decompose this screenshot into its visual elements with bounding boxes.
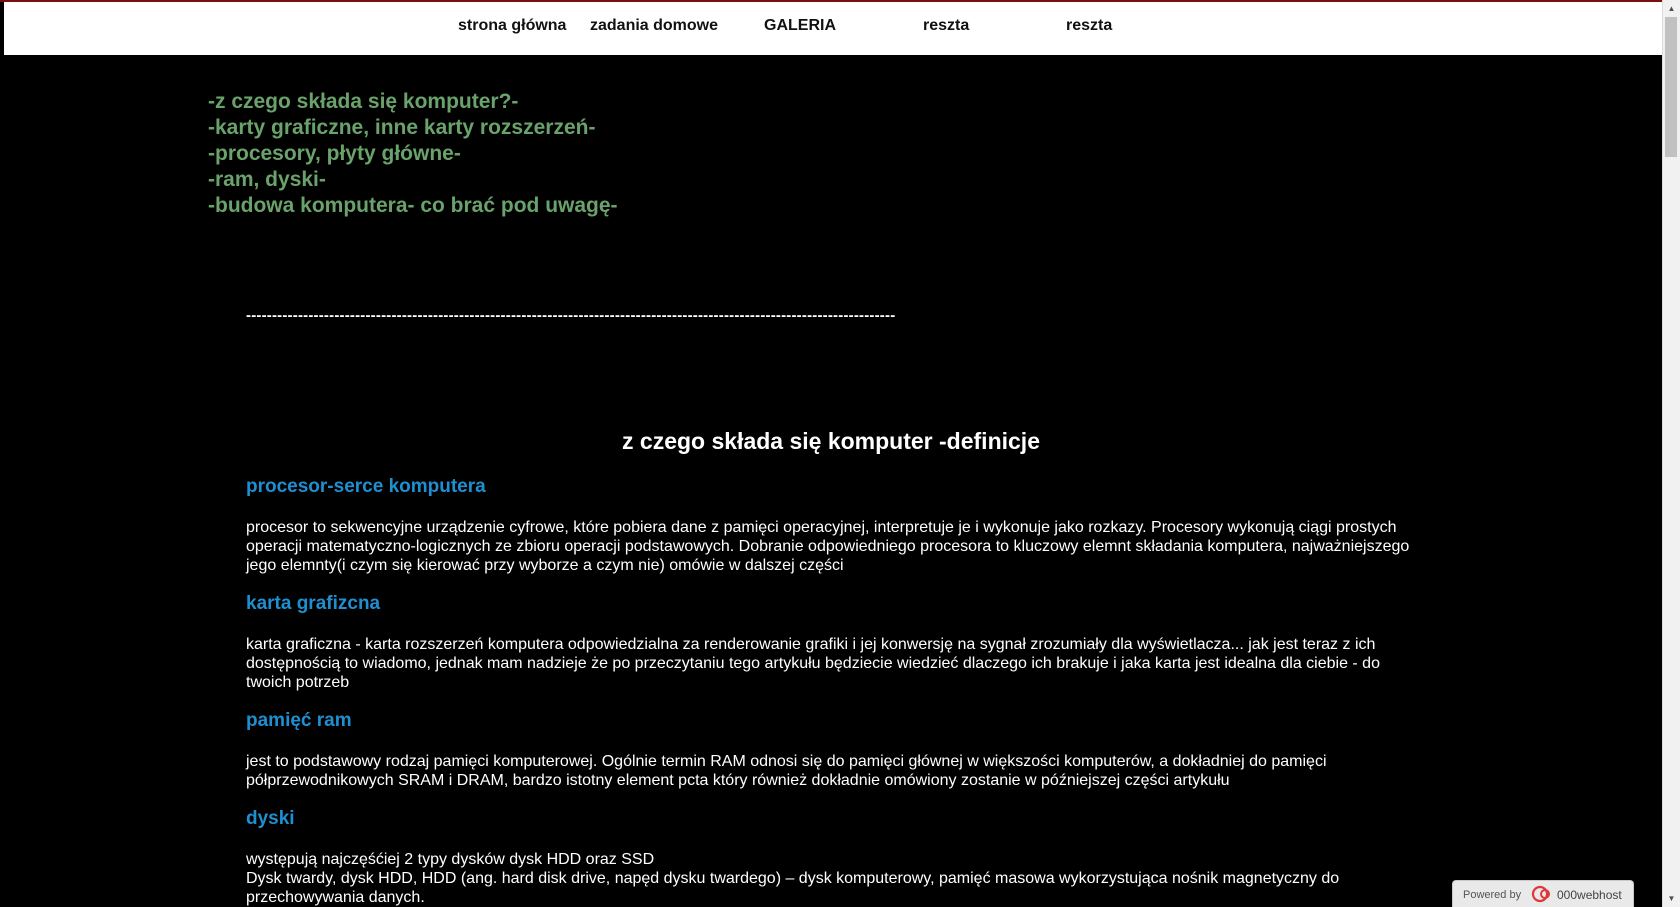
toc-item: -ram, dyski-	[208, 168, 326, 191]
nav-item-rest-1[interactable]: reszta	[923, 17, 969, 35]
nav-item-rest-2[interactable]: reszta	[1066, 17, 1112, 35]
page-title: z czego składa się komputer -definicje	[622, 428, 1040, 454]
hosting-badge[interactable]: Powered by 000webhost	[1452, 880, 1634, 907]
top-navigation: strona główna zadania domowe GALERIA res…	[4, 2, 1662, 55]
dashed-divider: ----------------------------------------…	[246, 307, 896, 324]
section-text-processor: procesor to sekwencyjne urządzenie cyfro…	[246, 519, 1410, 574]
section-text-disks-line1: występują najczęśćiej 2 typy dysków dysk…	[246, 851, 655, 868]
section-heading-processor: procesor-serce komputera	[246, 476, 486, 497]
badge-host-name: 000webhost	[1557, 888, 1622, 902]
section-heading-ram: pamięć ram	[246, 710, 352, 731]
badge-powered-label: Powered by	[1463, 889, 1522, 901]
nav-item-homework[interactable]: zadania domowe	[590, 17, 718, 35]
toc-item: -z czego składa się komputer?-	[208, 90, 519, 113]
vertical-scrollbar[interactable]: ▲ ▼	[1662, 0, 1680, 907]
scroll-down-arrow-icon[interactable]: ▼	[1663, 890, 1680, 907]
toc-item: -budowa komputera- co brać pod uwagę-	[208, 194, 618, 217]
scroll-up-arrow-icon[interactable]: ▲	[1663, 0, 1680, 17]
nav-item-home[interactable]: strona główna	[458, 17, 566, 35]
toc-item: -karty graficzne, inne karty rozszerzeń-	[208, 116, 596, 139]
section-heading-gpu: karta grafizcna	[246, 593, 381, 614]
nav-item-gallery[interactable]: GALERIA	[764, 17, 836, 35]
section-text-ram: jest to podstawowy rodzaj pamięci komput…	[246, 753, 1327, 789]
000webhost-logo-icon	[1531, 885, 1550, 903]
scrollbar-thumb[interactable]	[1665, 17, 1677, 157]
table-of-contents: -z czego składa się komputer?- -karty gr…	[208, 89, 618, 219]
section-heading-disks: dyski	[246, 808, 295, 829]
section-text-gpu: karta graficzna - karta rozszerzeń kompu…	[246, 636, 1380, 691]
toc-item: -procesory, płyty główne-	[208, 142, 461, 165]
section-text-disks-line2: Dysk twardy, dysk HDD, HDD (ang. hard di…	[246, 870, 1340, 906]
